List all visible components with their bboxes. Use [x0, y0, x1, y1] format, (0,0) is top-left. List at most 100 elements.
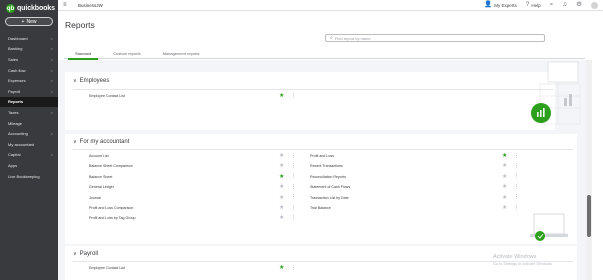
report-row[interactable]: Transaction List by Date ★ ⋮	[310, 193, 520, 203]
more-options-icon[interactable]: ⋮	[291, 163, 296, 169]
report-link[interactable]: Profit and Loss by Tag Group	[89, 216, 135, 220]
star-filled-icon[interactable]: ★	[502, 153, 507, 159]
report-row[interactable]: Profit and Loss ★ ⋮	[310, 151, 520, 161]
star-filled-icon[interactable]: ★	[279, 265, 284, 271]
tab-management-reports[interactable]: Management reports	[152, 48, 211, 59]
report-link[interactable]: Employee Contact List	[89, 94, 125, 98]
chevron-right-icon: >	[50, 88, 53, 94]
report-link[interactable]: Account List	[89, 154, 109, 158]
report-search-input[interactable]	[334, 35, 535, 41]
tab-custom-reports[interactable]: Custom reports	[102, 48, 151, 59]
sidebar-item-payroll[interactable]: Payroll >	[0, 86, 58, 97]
search-button[interactable]: ⌕	[550, 2, 554, 9]
report-link[interactable]: General Ledger	[89, 185, 114, 189]
star-outline-icon[interactable]: ★	[279, 184, 284, 190]
report-row[interactable]: Statement of Cash Flows ★ ⋮	[310, 182, 520, 192]
star-filled-icon[interactable]: ★	[279, 174, 284, 180]
sidebar-item-capital[interactable]: Capital >	[0, 150, 58, 161]
report-row[interactable]: Profit and Loss Comparison ★ ⋮	[89, 203, 297, 213]
star-outline-icon[interactable]: ★	[502, 174, 507, 180]
report-row[interactable]: Journal ★ ⋮	[89, 193, 297, 203]
report-row[interactable]: Employee Contact List ★ ⋮	[89, 91, 297, 101]
more-options-icon[interactable]: ⋮	[291, 215, 296, 221]
more-options-icon[interactable]: ⋮	[514, 205, 519, 211]
star-outline-icon[interactable]: ★	[279, 205, 284, 211]
report-row[interactable]: Reconciliation Reports ★ ⋮	[310, 172, 520, 182]
new-button[interactable]: + New	[5, 17, 53, 26]
more-options-icon[interactable]: ⋮	[514, 174, 519, 179]
report-row[interactable]: Profit and Loss by Tag Group ★ ⋮	[89, 213, 297, 223]
report-link[interactable]: Balance Sheet	[89, 175, 112, 179]
report-search[interactable]: ⌕	[325, 34, 545, 42]
report-link[interactable]: Employee Contact List	[89, 266, 125, 270]
report-link[interactable]: Transaction List by Date	[310, 196, 349, 200]
report-link[interactable]: Profit and Loss Comparison	[89, 206, 133, 210]
report-row[interactable]: Account List ★ ⋮	[89, 151, 297, 161]
sidebar-item-live-bookkeeping[interactable]: Live Bookkeeping	[0, 171, 58, 182]
more-options-icon[interactable]: ⋮	[514, 163, 519, 169]
report-link[interactable]: Trial Balance	[310, 206, 331, 210]
sidebar-item-apps[interactable]: Apps	[0, 160, 58, 171]
more-options-icon[interactable]: ⋮	[291, 174, 296, 179]
report-row[interactable]: Balance Sheet Comparison ★ ⋮	[89, 161, 297, 171]
report-link[interactable]: Profit and Loss	[310, 154, 334, 158]
more-options-icon[interactable]: ⋮	[291, 184, 296, 190]
sidebar-item-expenses[interactable]: Expenses >	[0, 75, 58, 86]
star-outline-icon[interactable]: ★	[502, 163, 507, 169]
sidebar-item-label: Payroll	[8, 88, 21, 94]
sidebar-item-dashboard[interactable]: Dashboard >	[0, 33, 58, 44]
star-outline-icon[interactable]: ★	[279, 153, 284, 159]
sidebar-item-sales[interactable]: Sales >	[0, 54, 58, 65]
help-button[interactable]: ? Help	[526, 2, 541, 9]
sidebar-item-cash-flow[interactable]: Cash flow >	[0, 65, 58, 76]
more-options-icon[interactable]: ⋮	[291, 205, 296, 211]
sidebar-item-reports[interactable]: Reports	[0, 96, 58, 108]
star-outline-icon[interactable]: ★	[502, 205, 507, 211]
section-employees-header[interactable]: ∨ Employees	[73, 78, 109, 84]
star-filled-icon[interactable]: ★	[279, 93, 284, 99]
notifications-button[interactable]: ♫	[562, 2, 567, 9]
star-outline-icon[interactable]: ★	[502, 184, 507, 190]
report-row[interactable]: Balance Sheet ★ ⋮	[89, 172, 297, 182]
star-outline-icon[interactable]: ★	[279, 195, 284, 201]
more-options-icon[interactable]: ⋮	[291, 153, 296, 159]
sidebar-item-accounting[interactable]: Accounting >	[0, 128, 58, 139]
avatar[interactable]	[591, 2, 598, 9]
quickbooks-logo[interactable]: qb quickbooks	[6, 3, 55, 14]
logo-text: quickbooks	[17, 5, 55, 12]
sidebar-item-banking[interactable]: Banking >	[0, 44, 58, 55]
settings-button[interactable]: ⚙	[576, 2, 582, 9]
hamburger-icon[interactable]: ≡	[63, 2, 67, 8]
content-scrollbar[interactable]	[586, 60, 592, 280]
report-link[interactable]: Journal	[89, 196, 101, 200]
report-row[interactable]: Recent Transactions ★ ⋮	[310, 161, 520, 171]
section-payroll-header[interactable]: ∨ Payroll	[73, 251, 98, 257]
sidebar-item-label: My accountant	[8, 141, 35, 147]
star-outline-icon[interactable]: ★	[279, 163, 284, 169]
star-outline-icon[interactable]: ★	[279, 215, 284, 221]
sidebar-item-mileage[interactable]: Mileage	[0, 118, 58, 129]
more-options-icon[interactable]: ⋮	[291, 93, 296, 99]
more-options-icon[interactable]: ⋮	[291, 195, 296, 200]
more-options-icon[interactable]: ⋮	[514, 184, 519, 190]
more-options-icon[interactable]: ⋮	[291, 265, 296, 271]
tab-standard[interactable]: Standard	[64, 48, 102, 60]
report-row[interactable]: Trial Balance ★ ⋮	[310, 203, 520, 213]
report-row[interactable]: General Ledger ★ ⋮	[89, 182, 297, 192]
report-link[interactable]: Balance Sheet Comparison	[89, 164, 133, 168]
my-experts-button[interactable]: 👤 My Experts	[484, 2, 517, 9]
report-link[interactable]: Recent Transactions	[310, 164, 343, 168]
scrollbar-thumb[interactable]	[587, 195, 591, 237]
more-options-icon[interactable]: ⋮	[514, 153, 519, 159]
my-experts-label: My Experts	[494, 3, 517, 8]
report-link[interactable]: Statement of Cash Flows	[310, 185, 350, 189]
sidebar-item-label: Apps	[8, 162, 18, 168]
report-row[interactable]: Employee Contact List ★ ⋮	[89, 263, 297, 273]
star-outline-icon[interactable]: ★	[502, 195, 507, 201]
sidebar-item-label: Cash flow	[8, 67, 26, 73]
report-link[interactable]: Reconciliation Reports	[310, 175, 346, 179]
section-accountant-header[interactable]: ∨ For my accountant	[73, 139, 129, 145]
sidebar-item-my-accountant[interactable]: My accountant	[0, 139, 58, 150]
sidebar-item-taxes[interactable]: Taxes >	[0, 107, 58, 118]
more-options-icon[interactable]: ⋮	[514, 195, 519, 200]
